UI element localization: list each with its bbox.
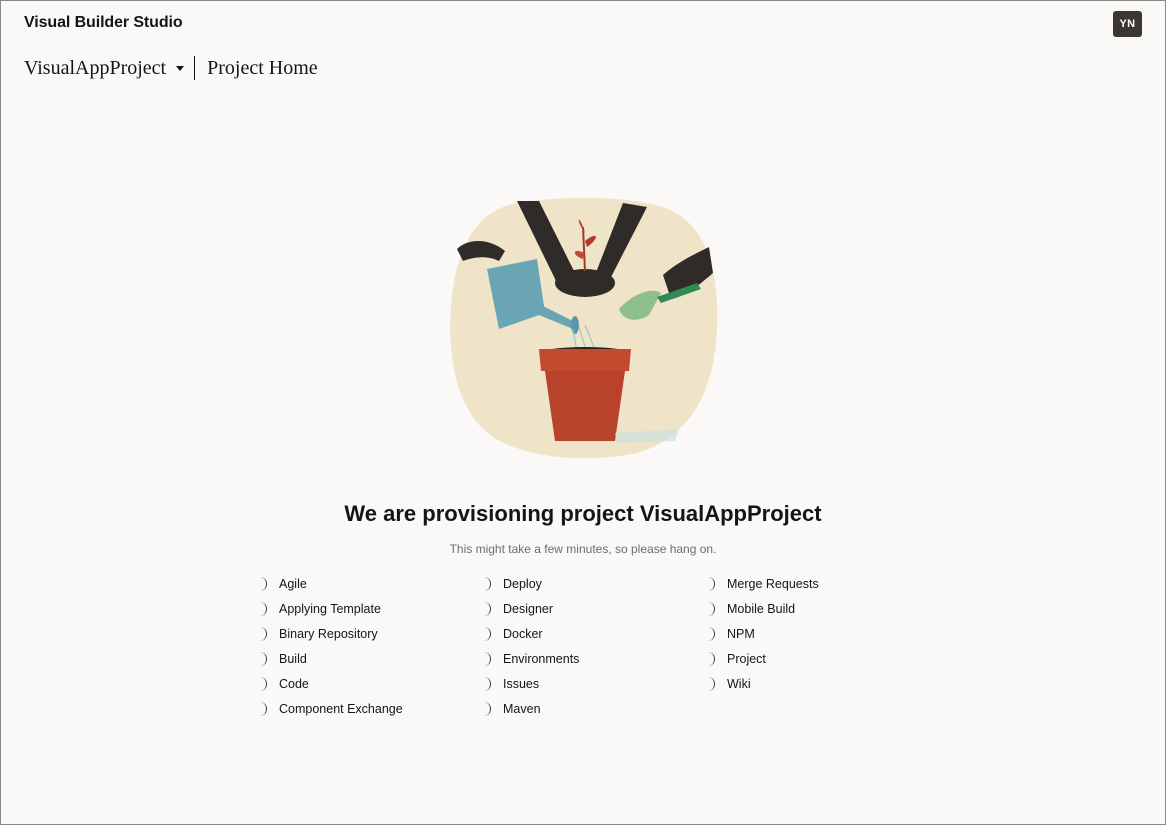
service-item: Merge Requests bbox=[707, 571, 931, 596]
service-label: Docker bbox=[503, 626, 543, 641]
service-label: Wiki bbox=[727, 676, 751, 691]
service-item: Project bbox=[707, 646, 931, 671]
progress-spinner-icon bbox=[483, 701, 493, 716]
service-item: Environments bbox=[483, 646, 707, 671]
service-item: Applying Template bbox=[259, 596, 483, 621]
project-name: VisualAppProject bbox=[24, 56, 167, 79]
progress-spinner-icon bbox=[483, 626, 493, 641]
service-label: Deploy bbox=[503, 576, 542, 591]
service-label: Maven bbox=[503, 701, 541, 716]
breadcrumb-divider bbox=[194, 56, 196, 80]
service-item: NPM bbox=[707, 621, 931, 646]
progress-spinner-icon bbox=[259, 701, 269, 716]
progress-spinner-icon bbox=[259, 576, 269, 591]
progress-spinner-icon bbox=[707, 676, 717, 691]
service-label: Designer bbox=[503, 601, 554, 616]
service-label: Agile bbox=[279, 576, 307, 591]
progress-spinner-icon bbox=[483, 576, 493, 591]
watering-can-rose bbox=[571, 316, 579, 334]
provisioning-illustration bbox=[450, 197, 718, 459]
cupped-hands bbox=[555, 269, 615, 297]
service-label: NPM bbox=[727, 626, 755, 641]
service-label: Build bbox=[279, 651, 307, 666]
service-label: Mobile Build bbox=[727, 601, 796, 616]
services-column-1: Agile Applying Template Binary Repositor… bbox=[259, 571, 483, 721]
project-breadcrumb: VisualAppProject Project Home bbox=[24, 56, 318, 80]
service-item: Maven bbox=[483, 696, 707, 721]
progress-spinner-icon bbox=[483, 651, 493, 666]
service-item: Code bbox=[259, 671, 483, 696]
service-item: Build bbox=[259, 646, 483, 671]
services-list: Agile Applying Template Binary Repositor… bbox=[259, 571, 931, 721]
service-label: Binary Repository bbox=[279, 626, 378, 641]
service-label: Applying Template bbox=[279, 601, 381, 616]
services-column-3: Merge Requests Mobile Build NPM Project … bbox=[707, 571, 931, 721]
project-switcher[interactable]: VisualAppProject bbox=[24, 56, 185, 80]
service-item: Agile bbox=[259, 571, 483, 596]
service-label: Environments bbox=[503, 651, 580, 666]
provisioning-subtext: This might take a few minutes, so please… bbox=[449, 542, 717, 556]
service-label: Code bbox=[279, 676, 309, 691]
service-label: Issues bbox=[503, 676, 540, 691]
app-title: Visual Builder Studio bbox=[24, 14, 183, 31]
service-item: Binary Repository bbox=[259, 621, 483, 646]
service-item: Deploy bbox=[483, 571, 707, 596]
service-item: Mobile Build bbox=[707, 596, 931, 621]
service-item: Wiki bbox=[707, 671, 931, 696]
service-label: Component Exchange bbox=[279, 701, 403, 716]
progress-spinner-icon bbox=[259, 626, 269, 641]
caret-down-icon bbox=[176, 65, 185, 71]
progress-spinner-icon bbox=[707, 576, 717, 591]
service-item: Component Exchange bbox=[259, 696, 483, 721]
progress-spinner-icon bbox=[707, 626, 717, 641]
flower-pot-body bbox=[545, 371, 625, 441]
progress-spinner-icon bbox=[707, 601, 717, 616]
provisioning-headline: We are provisioning project VisualAppPro… bbox=[344, 501, 822, 526]
progress-spinner-icon bbox=[259, 651, 269, 666]
app-window: Visual Builder Studio YN VisualAppProjec… bbox=[0, 0, 1166, 825]
page-title: Project Home bbox=[207, 56, 318, 79]
progress-spinner-icon bbox=[483, 676, 493, 691]
progress-spinner-icon bbox=[483, 601, 493, 616]
flower-pot-rim bbox=[539, 349, 631, 371]
service-item: Issues bbox=[483, 671, 707, 696]
progress-spinner-icon bbox=[707, 651, 717, 666]
progress-spinner-icon bbox=[259, 601, 269, 616]
services-column-2: Deploy Designer Docker Environments Issu… bbox=[483, 571, 707, 721]
app-header: Visual Builder Studio YN bbox=[1, 1, 1165, 45]
service-label: Project bbox=[727, 651, 766, 666]
user-avatar[interactable]: YN bbox=[1113, 11, 1142, 37]
service-item: Docker bbox=[483, 621, 707, 646]
progress-spinner-icon bbox=[259, 676, 269, 691]
service-item: Designer bbox=[483, 596, 707, 621]
service-label: Merge Requests bbox=[727, 576, 819, 591]
